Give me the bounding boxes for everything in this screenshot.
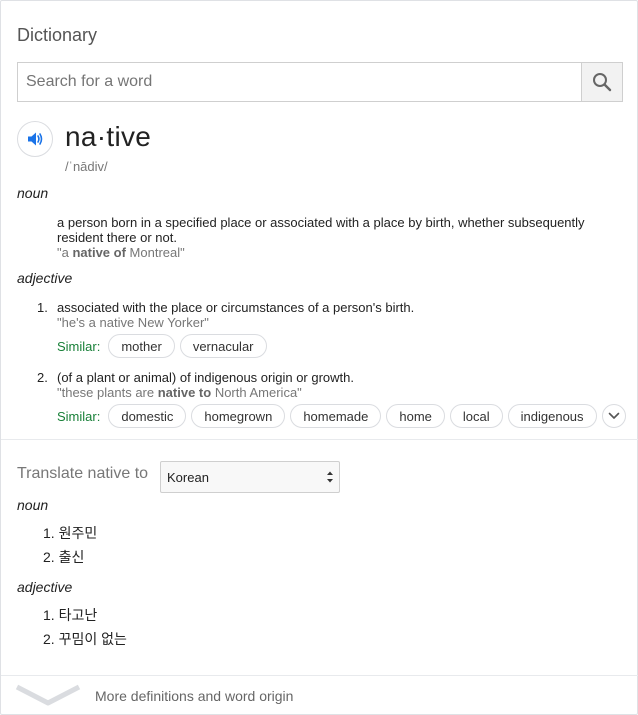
example-text: North America"	[211, 385, 302, 400]
select-arrows-icon	[327, 471, 333, 483]
similar-row-2: Similar: domestic homegrown homemade hom…	[57, 404, 626, 428]
translate-pos-noun: noun	[17, 497, 49, 513]
example-text: Montreal"	[125, 245, 185, 260]
translation-item: 2. 꾸밈이 없는	[43, 631, 127, 647]
example-highlight: native to	[157, 385, 212, 400]
similar-label: Similar:	[57, 338, 101, 354]
translation-item: 1. 타고난	[43, 607, 98, 623]
sense-number: 1.	[37, 300, 48, 315]
speaker-icon	[28, 132, 43, 146]
phonetic: /ˈnādiv/	[65, 159, 108, 174]
sense-number: 2.	[37, 370, 48, 385]
example-text: "a	[57, 245, 73, 260]
similar-chip-home[interactable]: home	[386, 404, 445, 428]
more-definitions-label: More definitions and word origin	[95, 688, 294, 704]
section-divider	[1, 439, 638, 440]
noun-definition: a person born in a specified place or as…	[57, 215, 607, 260]
more-definitions-link[interactable]: More definitions and word origin	[1, 676, 638, 715]
similar-chip-domestic[interactable]: domestic	[108, 404, 187, 428]
language-select[interactable]: Korean	[160, 461, 340, 493]
translate-pos-adjective: adjective	[17, 579, 73, 595]
similar-label: Similar:	[57, 408, 101, 424]
pos-noun: noun	[17, 185, 49, 201]
translate-label: Translate native to	[17, 465, 149, 482]
language-select-value: Korean	[167, 469, 209, 485]
similar-chip-homemade[interactable]: homemade	[290, 404, 382, 428]
similar-chip-indigenous[interactable]: indigenous	[507, 404, 597, 428]
adjective-sense-1: associated with the place or circumstanc…	[57, 300, 607, 330]
example-text: "these plants are	[57, 385, 158, 400]
chevron-down-icon	[608, 412, 619, 419]
translation-item: 2. 출신	[43, 549, 85, 565]
definition-text: associated with the place or circumstanc…	[57, 300, 415, 315]
definition-example: "these plants are native to North Americ…	[57, 385, 607, 400]
expand-similar-button[interactable]	[601, 404, 626, 428]
search-button[interactable]	[581, 63, 622, 101]
dictionary-card: Dictionary na·tive /ˈnādiv/ noun a perso…	[0, 0, 638, 715]
similar-chip-homegrown[interactable]: homegrown	[191, 404, 286, 428]
similar-chip-local[interactable]: local	[449, 404, 503, 428]
similar-chip-mother[interactable]: mother	[108, 334, 175, 358]
adjective-sense-2: (of a plant or animal) of indigenous ori…	[57, 370, 607, 400]
translation-item: 1. 원주민	[43, 525, 98, 541]
definition-example: "a native of Montreal"	[57, 245, 607, 260]
headword: na·tive	[65, 121, 152, 152]
similar-chip-vernacular[interactable]: vernacular	[179, 334, 267, 358]
pronunciation-button[interactable]	[17, 121, 53, 157]
search-icon	[593, 73, 612, 92]
pos-adjective: adjective	[17, 270, 73, 286]
chevron-down-icon	[15, 684, 81, 706]
example-highlight: native of	[72, 245, 126, 260]
definition-text: (of a plant or animal) of indigenous ori…	[57, 370, 354, 385]
card-title: Dictionary	[17, 25, 98, 45]
similar-row-1: Similar: mother vernacular	[57, 334, 267, 358]
definition-example: "he's a native New Yorker"	[57, 315, 209, 330]
search-box	[17, 62, 623, 102]
definition-text-line1: a person born in a specified place or as…	[57, 215, 585, 230]
definition-text-line2: resident there or not.	[57, 230, 177, 245]
search-input[interactable]	[18, 63, 582, 101]
